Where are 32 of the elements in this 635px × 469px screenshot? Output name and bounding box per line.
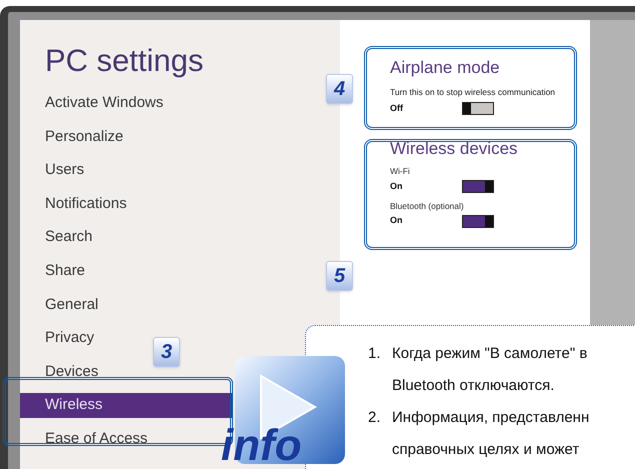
description-text: Turn this on to stop wireless communication — [390, 86, 556, 99]
section-title: Airplane mode — [390, 58, 501, 78]
note-text: Когда режим "В самолете" в — [392, 344, 588, 364]
callout-number: 4 — [326, 74, 353, 104]
state-label: On — [390, 180, 404, 193]
toggle-switch[interactable] — [462, 214, 494, 228]
sidebar-item[interactable]: Wireless — [20, 393, 232, 418]
sidebar-item[interactable]: Privacy — [20, 326, 98, 351]
callout-number: 5 — [326, 261, 353, 291]
note-text: Информация, представленн — [392, 408, 590, 428]
note-text: справочных целях и может — [392, 440, 580, 460]
toggle-switch[interactable] — [462, 180, 494, 194]
section-title: Wireless devices — [390, 139, 519, 160]
note-text: Bluetooth отключаются. — [392, 376, 556, 396]
device-name: Wi-Fi — [390, 165, 411, 178]
sidebar-item[interactable]: Users — [20, 158, 88, 183]
sidebar-item[interactable]: Share — [20, 258, 90, 284]
window-title: PC settings — [45, 42, 204, 80]
state-label: Off — [390, 102, 404, 115]
sidebar-item[interactable]: Ease of Access — [20, 426, 152, 452]
callout-number: 3 — [153, 337, 180, 367]
device-name: Bluetooth (optional) — [390, 200, 465, 212]
sidebar-item[interactable]: Personalize — [20, 124, 128, 150]
toggle-switch[interactable] — [462, 102, 494, 115]
sidebar-item[interactable]: Activate Windows — [20, 91, 168, 116]
list-number: 1. — [368, 344, 382, 364]
sidebar-item[interactable]: Search — [20, 225, 97, 250]
sidebar-item[interactable]: General — [20, 292, 102, 318]
sidebar-item[interactable]: Notifications — [20, 192, 131, 216]
sidebar-item[interactable]: Devices — [20, 360, 102, 384]
list-number: 2. — [368, 408, 382, 428]
state-label: On — [390, 214, 404, 228]
